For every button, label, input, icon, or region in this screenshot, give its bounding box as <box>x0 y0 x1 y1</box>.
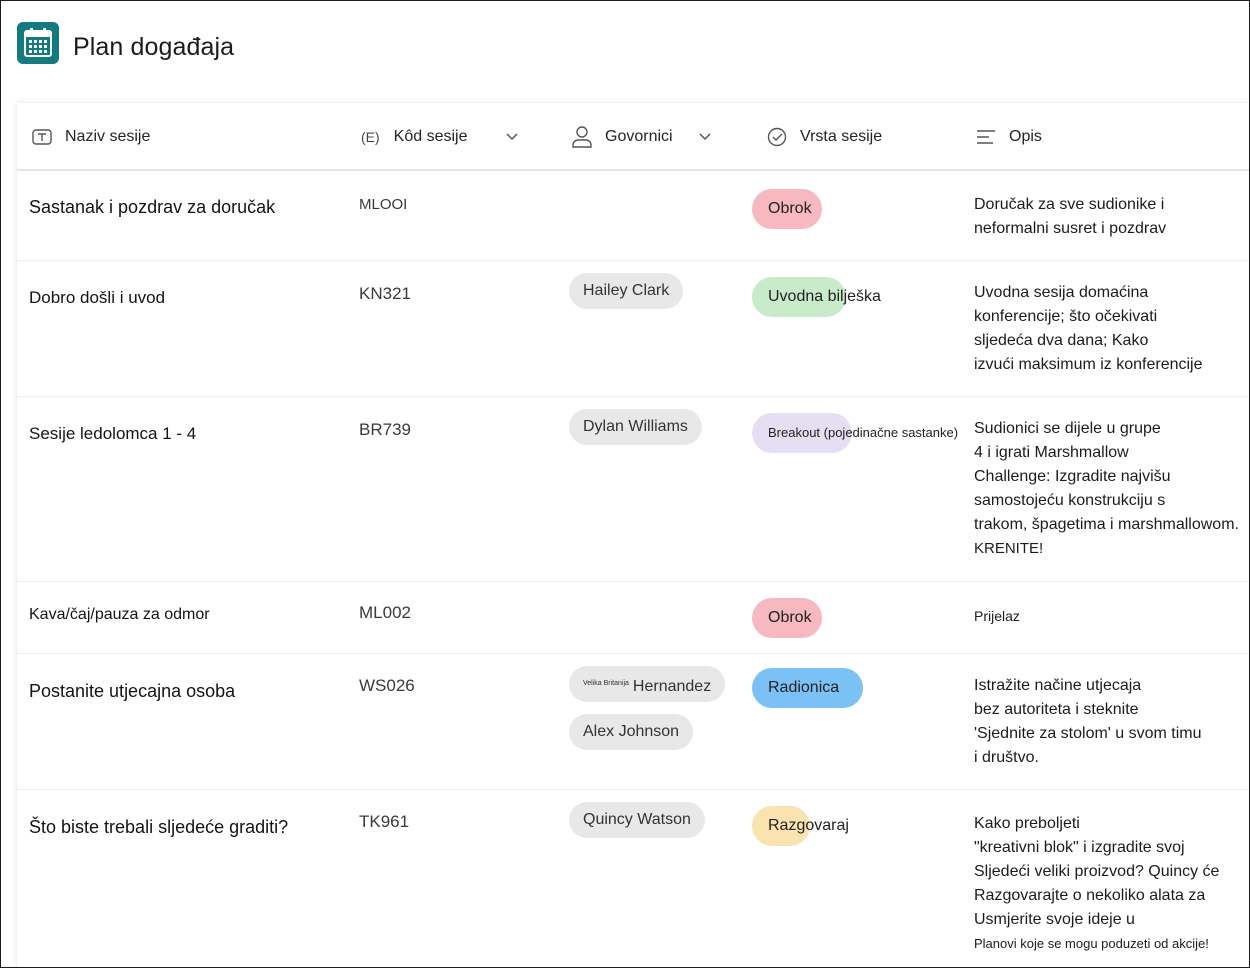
description-line: izvući maksimum iz konferencije <box>974 356 1203 373</box>
chevron-down-icon[interactable] <box>505 133 518 141</box>
description-line: Usmjerite svoje ideje u <box>974 911 1135 928</box>
column-label: Naziv sesije <box>65 128 151 145</box>
chevron-down-icon[interactable] <box>699 133 711 141</box>
session-name: Sastanak i pozdrav za doručak <box>29 197 276 217</box>
app-header: Plan događaja <box>1 1 1249 101</box>
speakers-list: Hailey Clark <box>569 273 684 321</box>
session-type-label: Razgovaraj <box>768 817 849 834</box>
column-label: Kôd sesije <box>393 128 468 145</box>
speaker-chip[interactable]: Quincy Watson <box>569 802 705 838</box>
speaker-chip[interactable]: Velika Britanija Hernandez <box>569 666 726 702</box>
session-code: BR739 <box>359 420 411 439</box>
description-line: Prijelaz <box>974 608 1020 624</box>
speaker-name: Hernandez <box>632 678 712 695</box>
description-line: Doručak za sve sudionike i <box>974 196 1165 213</box>
session-name: Dobro došli i uvod <box>29 288 166 307</box>
table-row[interactable]: Što biste trebali sljedeće graditi? TK96… <box>17 790 1249 967</box>
column-header-speakers[interactable]: Govornici <box>571 103 711 171</box>
session-type-label: Uvodna bilješka <box>768 288 881 305</box>
speaker-chip[interactable]: Hailey Clark <box>569 273 684 309</box>
description-line: 4 i igrati Marshmallow <box>974 444 1129 461</box>
description-line: i društvo. <box>974 749 1039 766</box>
column-label: Vrsta sesije <box>800 128 883 145</box>
table-row[interactable]: Sastanak i pozdrav za doručak MLOOI Obro… <box>17 173 1249 261</box>
session-description: Prijelaz <box>974 604 1242 628</box>
session-type-label: Radionica <box>768 679 840 696</box>
description-line: Planovi koje se mogu poduzeti od akcije! <box>974 936 1209 951</box>
column-header-session-code[interactable]: (E) Kôd sesije <box>361 103 518 171</box>
description-line: Challenge: Izgradite najvišu <box>974 468 1171 485</box>
description-line: Sljedeći veliki proizvod? Quincy će <box>974 863 1220 880</box>
lines-icon <box>975 126 997 148</box>
session-type-badge: Obrok <box>752 598 822 638</box>
session-description: Kako preboljeti "kreativni blok" i izgra… <box>974 812 1242 956</box>
session-code: MLOOI <box>359 196 408 213</box>
table-row[interactable]: Postanite utjecajna osoba WS026 Velika B… <box>17 654 1249 790</box>
description-line: sljedeća dva dana; Kako <box>974 332 1149 349</box>
session-type-badge: Breakout (pojedinačne sastanke) <box>752 413 958 453</box>
page-title: Plan događaja <box>73 33 235 61</box>
session-type-badge: Radionica <box>752 668 863 708</box>
table-row[interactable]: Dobro došli i uvod KN321 Hailey Clark Uv… <box>17 261 1249 397</box>
session-name: Postanite utjecajna osoba <box>29 681 236 701</box>
session-name: Što biste trebali sljedeće graditi? <box>29 817 289 837</box>
column-prefix: (E) <box>361 129 380 145</box>
description-line: Kako preboljeti <box>974 815 1080 832</box>
speakers-list: Velika Britanija Hernandez Alex Johnson <box>569 666 726 762</box>
person-icon <box>571 126 593 148</box>
speakers-list: Quincy Watson <box>569 802 705 850</box>
column-label: Govornici <box>605 128 673 145</box>
session-name: Kava/čaj/pauza za odmor <box>29 606 210 623</box>
session-type-badge: Razgovaraj <box>752 806 849 846</box>
description-line: Sudionici se dijele u grupe <box>974 420 1161 437</box>
text-field-icon <box>31 126 53 148</box>
session-code: TK961 <box>359 812 410 831</box>
app-window: Plan događaja Naziv sesije (E) Kôd sesij… <box>0 0 1250 968</box>
table-row[interactable]: Sesije ledolomca 1 - 4 BR739 Dylan Willi… <box>17 397 1249 582</box>
session-description: Doručak za sve sudionike i neformalni su… <box>974 193 1242 241</box>
description-line: KRENITE! <box>974 540 1044 557</box>
event-table: Naziv sesije (E) Kôd sesije Govornici Vr… <box>17 103 1249 967</box>
session-type-badge: Obrok <box>752 189 822 229</box>
check-circle-icon <box>766 126 788 148</box>
description-line: konferencije; što očekivati <box>974 308 1158 325</box>
description-line: samostojeću konstrukciju s <box>974 492 1166 509</box>
session-description: Uvodna sesija domaćina konferencije; što… <box>974 281 1242 377</box>
session-type-label: Obrok <box>768 200 812 217</box>
calendar-icon <box>17 22 59 64</box>
description-line: 'Sjednite za stolom' u svom timu <box>974 725 1202 742</box>
speaker-prefix: Velika Britanija <box>583 680 629 687</box>
speakers-list: Dylan Williams <box>569 409 702 457</box>
session-type-label: Obrok <box>768 609 812 626</box>
description-line: neformalni susret i pozdrav <box>974 220 1167 237</box>
speaker-chip[interactable]: Alex Johnson <box>569 714 694 750</box>
session-code: WS026 <box>359 676 415 695</box>
description-line: "kreativni blok" i izgradite svoj <box>974 839 1185 856</box>
session-code: ML002 <box>359 603 411 622</box>
column-header-session-name[interactable]: Naziv sesije <box>31 103 150 171</box>
column-header-description[interactable]: Opis <box>975 103 1042 171</box>
session-description: Sudionici se dijele u grupe 4 i igrati M… <box>974 417 1242 561</box>
session-name: Sesije ledolomca 1 - 4 <box>29 424 197 443</box>
table-row[interactable]: Kava/čaj/pauza za odmor ML002 Obrok Prij… <box>17 582 1249 654</box>
description-line: Istražite načine utjecaja <box>974 677 1142 694</box>
session-type-label: Breakout (pojedinačne sastanke) <box>768 425 959 440</box>
column-header-session-type[interactable]: Vrsta sesije <box>766 103 882 171</box>
session-code: KN321 <box>359 284 411 303</box>
session-type-badge: Uvodna bilješka <box>752 277 881 317</box>
column-label: Opis <box>1009 128 1042 145</box>
session-description: Istražite načine utjecaja bez autoriteta… <box>974 674 1242 770</box>
speaker-chip[interactable]: Dylan Williams <box>569 409 702 445</box>
description-line: bez autoriteta i steknite <box>974 701 1139 718</box>
description-line: Uvodna sesija domaćina <box>974 284 1149 301</box>
description-line: trakom, špagetima i marshmallowom. <box>974 516 1239 533</box>
description-line: Razgovarajte o nekoliko alata za <box>974 887 1206 904</box>
table-header: Naziv sesije (E) Kôd sesije Govornici Vr… <box>17 103 1249 171</box>
